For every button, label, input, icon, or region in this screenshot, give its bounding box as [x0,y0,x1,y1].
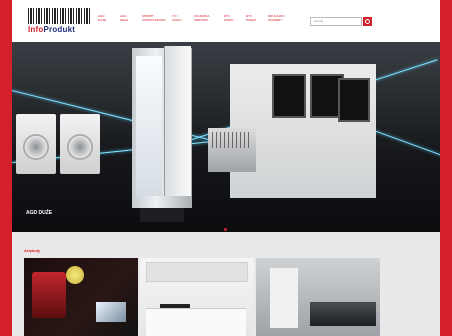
main-nav: AGD duże AGD małe Sprzęt komputerowy TV … [98,14,290,22]
logo-text: InfoProdukt [28,25,75,34]
hero-category-label[interactable]: AGD DUŻE [26,210,52,216]
washer-door [23,134,49,160]
range-hood [310,302,376,326]
dishwasher-image [208,128,256,172]
ice-cubes [96,302,126,322]
logo-text-part-1: Info [28,25,44,34]
site-logo[interactable]: InfoProdukt [28,8,90,36]
article-tile-drinks[interactable] [24,258,138,336]
site-header: InfoProdukt AGD duże AGD małe Sprzęt kom… [12,0,440,43]
nav-item-rtv-wideo[interactable]: RTV Wideo [246,14,260,22]
oven-1 [272,74,306,118]
washing-machine-image [16,114,56,174]
page-frame: InfoProdukt AGD duże AGD małe Sprzęt kom… [12,0,440,336]
nav-item-ochrona-zdrowia[interactable]: Ochrona zdrowia [194,14,216,22]
nav-item-rtv-audio[interactable]: RTV Audio [224,14,238,22]
article-tile-kitchen[interactable] [140,258,254,336]
search-input[interactable]: Szukaj [310,17,362,26]
logo-text-part-2: Produkt [43,25,76,34]
nav-item-agd-duze[interactable]: AGD duże [98,14,112,22]
fridge-interior [136,56,162,196]
barcode-icon [28,8,90,24]
hero-banner[interactable]: AGD DUŻE [12,42,440,232]
nav-item-drukarki[interactable]: Drukarki i skanery [268,14,290,22]
slider-dot[interactable] [224,228,227,231]
dishwasher-rack [212,132,252,148]
nav-item-tv-audio[interactable]: TV i Audio [172,14,186,22]
dryer-door [67,134,93,160]
fridge-door [164,46,191,196]
drink-glass [32,272,66,318]
nav-item-agd-male[interactable]: AGD małe [120,14,134,22]
nav-item-sprzet-komputerowy[interactable]: Sprzęt komputerowy [142,14,166,22]
white-panel [270,268,298,328]
search-icon[interactable] [363,17,372,26]
articles-section: Artykuły [12,232,440,336]
article-tile-hood[interactable] [256,258,380,336]
fridge-stand [140,208,184,222]
kitchen-lower-cabinets [146,308,246,336]
lemon-slice [66,266,84,284]
section-title: Artykuły [24,248,41,253]
kitchen-upper-cabinets [146,262,248,282]
oven-3 [338,78,370,122]
dryer-image [60,114,100,174]
